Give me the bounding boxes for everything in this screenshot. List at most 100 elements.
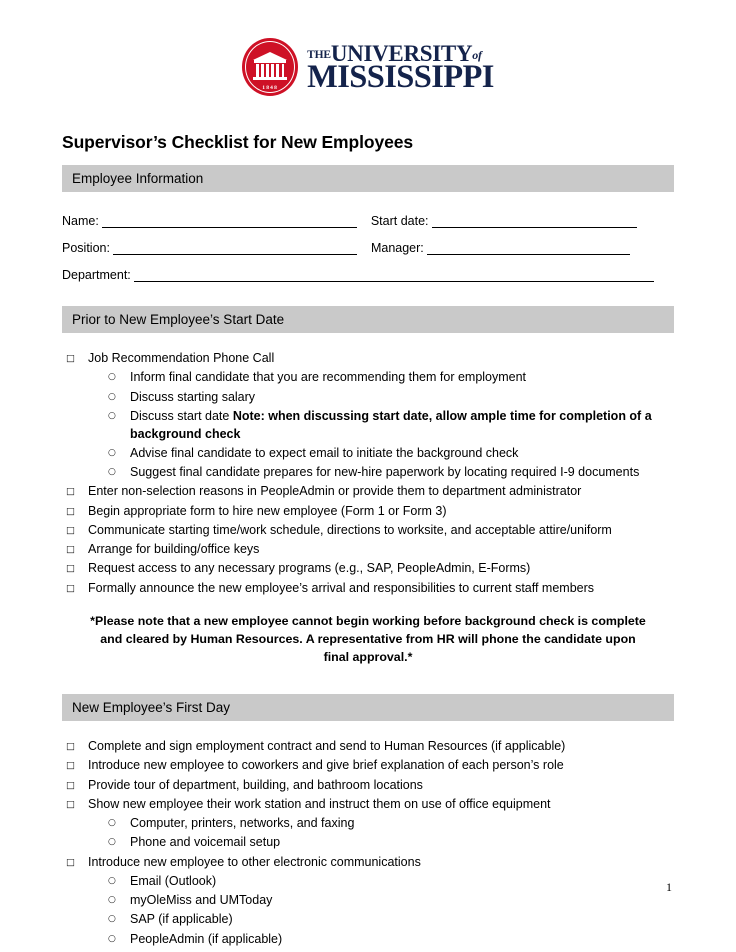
checklist-item[interactable]: □ Introduce new employee to coworkers and… xyxy=(62,757,674,775)
section-header-prior-to-start-date: Prior to New Employee’s Start Date xyxy=(62,306,674,333)
checklist-item-label: Begin appropriate form to hire new emplo… xyxy=(88,503,447,518)
seal-year-label: 1848 xyxy=(262,85,279,91)
checklist-first-day: □ Complete and sign employment contract a… xyxy=(62,738,674,948)
field-label-position: Position: xyxy=(62,241,110,255)
checkbox-icon[interactable]: □ xyxy=(66,522,88,540)
wordmark-mississippi: MISSISSIPPI xyxy=(307,58,494,95)
checklist-item-label: Request access to any necessary programs… xyxy=(88,561,531,576)
checklist-subitem[interactable]: ○ Discuss starting salary xyxy=(62,389,674,407)
checklist-item-label: Phone and voicemail setup xyxy=(130,835,281,850)
checkbox-icon[interactable]: □ xyxy=(66,738,88,756)
document-content: Supervisor’s Checklist for New Employees… xyxy=(62,132,674,950)
lyceum-columns xyxy=(256,64,285,77)
checkbox-icon[interactable]: □ xyxy=(66,350,88,368)
checklist-subitem[interactable]: ○ PeopleAdmin (if applicable) xyxy=(62,931,674,949)
checklist-item[interactable]: □ Enter non-selection reasons in PeopleAd… xyxy=(62,483,674,501)
checkbox-icon[interactable]: □ xyxy=(66,796,88,814)
circle-bullet-icon: ○ xyxy=(108,410,116,421)
circle-bullet-icon: ○ xyxy=(108,933,116,944)
checklist-subitem[interactable]: ○ Advise final candidate to expect email … xyxy=(62,445,674,463)
form-row-name-startdate: Name: Start date: xyxy=(62,214,674,228)
checklist-item[interactable]: □ Begin appropriate form to hire new empl… xyxy=(62,503,674,521)
field-manager: Manager: xyxy=(371,241,630,255)
checklist-item-emphasis: Note: when discussing start date, allow … xyxy=(130,408,652,441)
checklist-subitem[interactable]: ○ Discuss start date Note: when discussin… xyxy=(62,408,674,444)
checklist-item-label: SAP (if applicable) xyxy=(130,912,233,927)
checklist-item-label: Arrange for building/office keys xyxy=(88,542,260,556)
checkbox-icon[interactable]: □ xyxy=(66,580,88,598)
circle-bullet-icon: ○ xyxy=(108,837,116,848)
checklist-item-label: Provide tour of department, building, an… xyxy=(88,777,423,792)
circle-bullet-icon: ○ xyxy=(108,895,116,906)
checklist-subitem[interactable]: ○ SAP (if applicable) xyxy=(62,911,674,929)
lyceum-base xyxy=(253,77,288,80)
checklist-item-label: Complete and sign employment contract an… xyxy=(88,739,566,754)
circle-bullet-icon: ○ xyxy=(108,875,116,886)
checklist-item-label: Discuss starting salary xyxy=(130,389,256,404)
page-number: 1 xyxy=(666,880,672,894)
circle-bullet-icon: ○ xyxy=(108,372,116,383)
checkbox-icon[interactable]: □ xyxy=(66,560,88,578)
document-page: 1848 THEUNIVERSITYof MISSISSIPPI Supervi… xyxy=(0,0,736,952)
checklist-item[interactable]: □ Communicate starting time/work schedule… xyxy=(62,522,674,540)
ole-miss-seal-icon: 1848 xyxy=(242,38,299,96)
position-input[interactable] xyxy=(112,241,357,255)
checklist-item-label: Inform final candidate that you are reco… xyxy=(130,370,527,385)
checklist-item-label: Email (Outlook) xyxy=(130,873,217,888)
form-row-position-manager: Position: Manager: xyxy=(62,241,674,255)
checkbox-icon[interactable]: □ xyxy=(66,503,88,521)
checklist-item[interactable]: □ Show new employee their work station an… xyxy=(62,796,674,814)
checklist-item-label: Suggest final candidate prepares for new… xyxy=(130,465,640,479)
checkbox-icon[interactable]: □ xyxy=(66,854,88,872)
checklist-item-label: Enter non-selection reasons in PeopleAdm… xyxy=(88,484,582,499)
field-name: Name: xyxy=(62,214,357,228)
circle-bullet-icon: ○ xyxy=(108,914,116,925)
checklist-subitem[interactable]: ○ Phone and voicemail setup xyxy=(62,834,674,852)
name-input[interactable] xyxy=(101,214,357,228)
checkbox-icon[interactable]: □ xyxy=(66,483,88,501)
lyceum-architrave xyxy=(254,60,287,63)
circle-bullet-icon: ○ xyxy=(108,447,116,458)
checklist-item[interactable]: □ Introduce new employee to other electro… xyxy=(62,854,674,872)
checklist-item-label: PeopleAdmin (if applicable) xyxy=(130,931,283,946)
checklist-item[interactable]: □ Provide tour of department, building, a… xyxy=(62,777,674,795)
checklist-item[interactable]: □ Request access to any necessary program… xyxy=(62,560,674,578)
circle-bullet-icon: ○ xyxy=(108,391,116,402)
checklist-item-label: Introduce new employee to other electron… xyxy=(88,854,421,869)
manager-input[interactable] xyxy=(426,241,630,255)
page-title: Supervisor’s Checklist for New Employees xyxy=(62,132,413,152)
checkbox-icon[interactable]: □ xyxy=(66,757,88,775)
checklist-item[interactable]: □ Complete and sign employment contract a… xyxy=(62,738,674,756)
checklist-item-label: Formally announce the new employee’s arr… xyxy=(88,580,595,595)
checklist-item-label: myOleMiss and UMToday xyxy=(130,893,273,908)
field-label-department: Department: xyxy=(62,268,131,282)
field-position: Position: xyxy=(62,241,357,255)
start-date-input[interactable] xyxy=(431,214,637,228)
field-department: Department: xyxy=(62,268,654,282)
field-label-manager: Manager: xyxy=(370,241,424,255)
checkbox-icon[interactable]: □ xyxy=(66,541,88,559)
checklist-item-label: Show new employee their work station and… xyxy=(88,796,551,811)
checklist-subitem[interactable]: ○ Email (Outlook) xyxy=(62,873,674,891)
field-label-name: Name: xyxy=(62,214,99,228)
checklist-item[interactable]: □ Job Recommendation Phone Call xyxy=(62,350,674,368)
department-input[interactable] xyxy=(133,268,654,282)
circle-bullet-icon: ○ xyxy=(108,467,116,477)
checklist-prior-to-start-date: □ Job Recommendation Phone Call ○ Inform fi… xyxy=(62,350,674,597)
checklist-subitem[interactable]: ○ Computer, printers, networks, and faxin… xyxy=(62,815,674,833)
section-header-first-day: New Employee’s First Day xyxy=(62,694,674,722)
lyceum-building-icon xyxy=(253,52,288,82)
checklist-item-label: Communicate starting time/work schedule,… xyxy=(88,522,612,537)
checkbox-icon[interactable]: □ xyxy=(66,777,88,795)
checklist-subitem[interactable]: ○ Inform final candidate that you are rec… xyxy=(62,369,674,387)
checklist-subitem[interactable]: ○ Suggest final candidate prepares for ne… xyxy=(62,464,674,482)
lyceum-pediment xyxy=(253,52,288,60)
checklist-item[interactable]: □ Arrange for building/office keys xyxy=(62,541,674,559)
employee-information-form: Name: Start date: Position: Manager: Dep… xyxy=(62,214,674,282)
checklist-item-label: Introduce new employee to coworkers and … xyxy=(88,758,564,773)
checklist-item[interactable]: □ Formally announce the new employee’s ar… xyxy=(62,580,674,598)
circle-bullet-icon: ○ xyxy=(108,818,116,829)
checklist-item-label: Computer, printers, networks, and faxing xyxy=(130,816,355,831)
checklist-subitem[interactable]: ○ myOleMiss and UMToday xyxy=(62,892,674,910)
checklist-item-label: Advise final candidate to expect email t… xyxy=(130,445,519,460)
